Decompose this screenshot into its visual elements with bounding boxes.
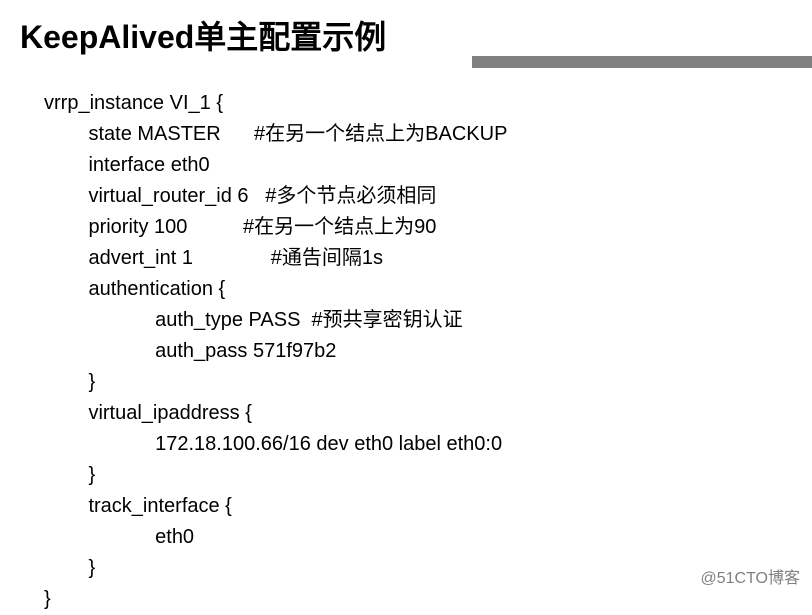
config-line: interface eth0 — [44, 150, 812, 181]
config-line: } — [44, 553, 812, 584]
title-underline — [472, 56, 812, 68]
config-line: track_interface { — [44, 491, 812, 522]
config-line: vrrp_instance VI_1 { — [44, 88, 812, 119]
config-line: auth_type PASS #预共享密钥认证 — [44, 305, 812, 336]
config-line: } — [44, 460, 812, 491]
config-line: state MASTER #在另一个结点上为BACKUP — [44, 119, 812, 150]
config-line: advert_int 1 #通告间隔1s — [44, 243, 812, 274]
config-line: } — [44, 584, 812, 615]
config-line: priority 100 #在另一个结点上为90 — [44, 212, 812, 243]
config-line: } — [44, 367, 812, 398]
config-line: 172.18.100.66/16 dev eth0 label eth0:0 — [44, 429, 812, 460]
config-line: auth_pass 571f97b2 — [44, 336, 812, 367]
config-line: eth0 — [44, 522, 812, 553]
config-line: virtual_ipaddress { — [44, 398, 812, 429]
watermark: @51CTO博客 — [700, 564, 800, 588]
config-line: authentication { — [44, 274, 812, 305]
config-line: virtual_router_id 6 #多个节点必须相同 — [44, 181, 812, 212]
config-code-block: vrrp_instance VI_1 { state MASTER #在另一个结… — [0, 66, 812, 615]
